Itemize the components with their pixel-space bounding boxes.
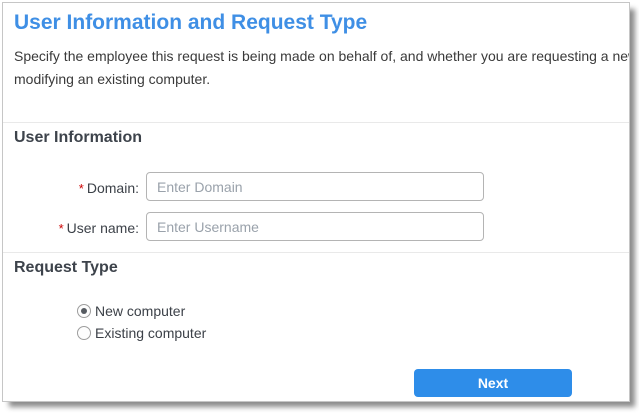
request-type-heading: Request Type bbox=[14, 259, 118, 277]
section-divider bbox=[3, 122, 630, 123]
radio-option-existing-computer[interactable]: Existing computer bbox=[77, 325, 206, 341]
page-description-line2: modifying an existing computer. bbox=[14, 68, 630, 91]
existing-computer-label: Existing computer bbox=[95, 325, 206, 341]
username-input[interactable] bbox=[146, 212, 484, 241]
new-computer-radio[interactable] bbox=[77, 304, 91, 318]
page-description: Specify the employee this request is bei… bbox=[14, 45, 630, 91]
existing-computer-radio[interactable] bbox=[77, 326, 91, 340]
radio-option-new-computer[interactable]: New computer bbox=[77, 303, 185, 319]
user-information-heading: User Information bbox=[14, 129, 142, 147]
new-computer-label: New computer bbox=[95, 303, 185, 319]
domain-input[interactable] bbox=[146, 172, 484, 201]
domain-label-text: Domain: bbox=[87, 180, 139, 196]
section-divider bbox=[3, 252, 630, 253]
username-label-text: User name: bbox=[67, 220, 139, 236]
required-asterisk: * bbox=[79, 181, 84, 196]
required-asterisk: * bbox=[59, 221, 64, 236]
next-button[interactable]: Next bbox=[414, 369, 572, 397]
page-title: User Information and Request Type bbox=[14, 11, 367, 35]
username-label: *User name: bbox=[3, 220, 139, 236]
form-panel: User Information and Request Type Specif… bbox=[2, 2, 630, 402]
page-description-line1: Specify the employee this request is bei… bbox=[14, 45, 630, 68]
domain-label: *Domain: bbox=[3, 180, 139, 196]
